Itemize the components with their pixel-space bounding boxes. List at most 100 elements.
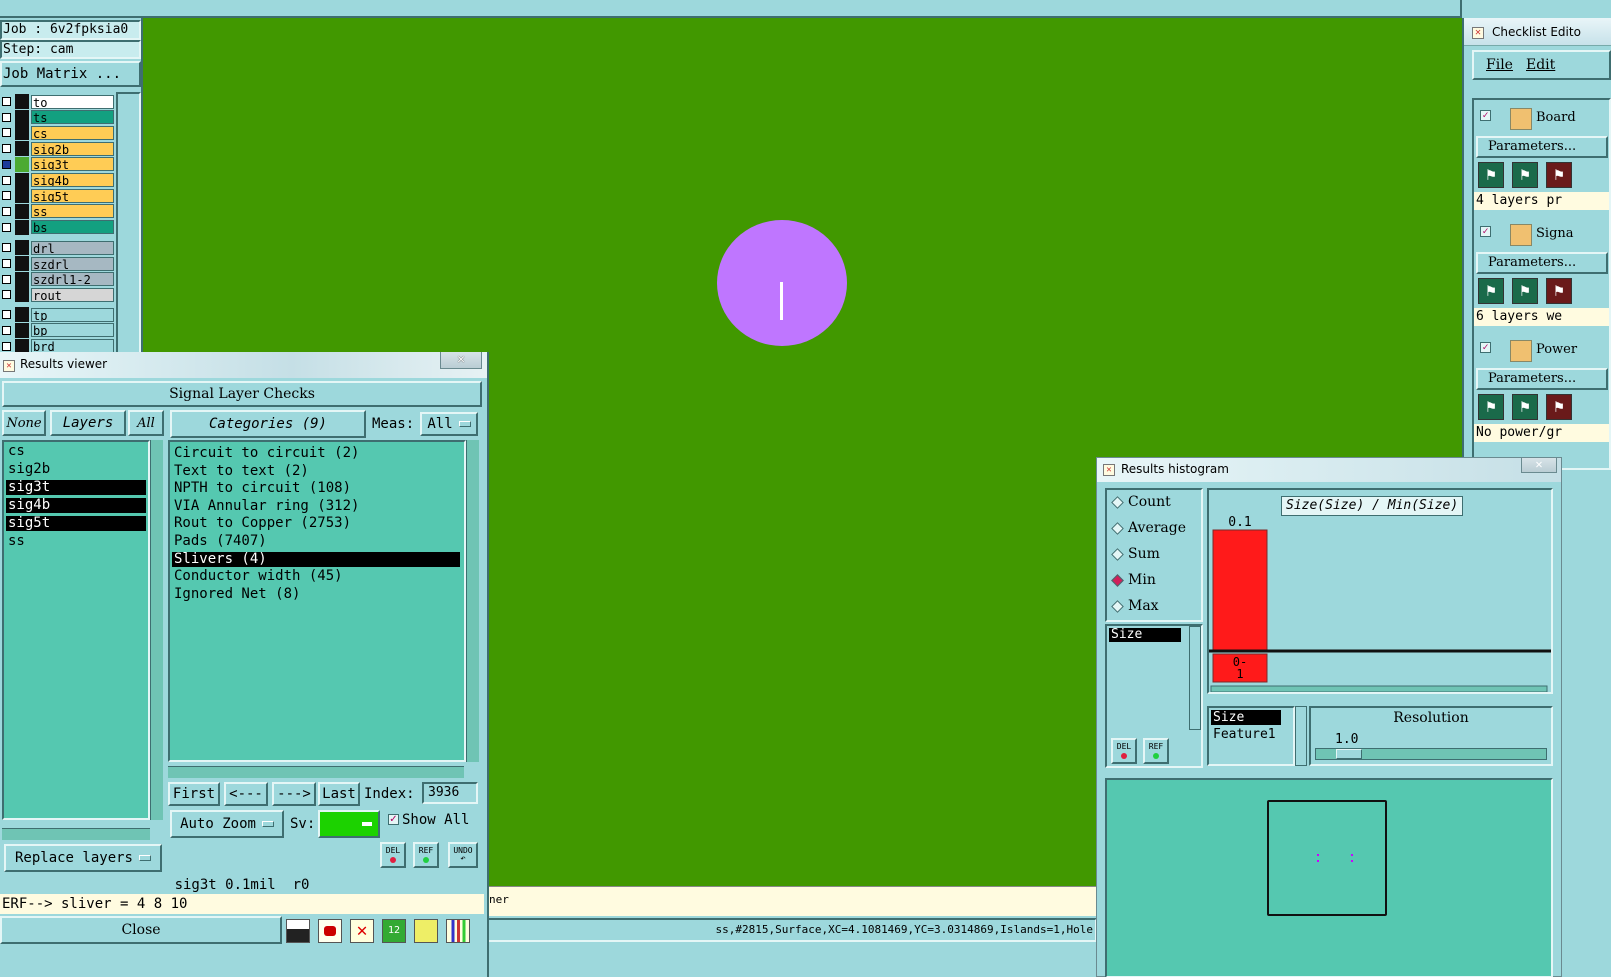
stop-action-icon[interactable]: ⚑	[1546, 162, 1572, 188]
checklist-titlebar[interactable]: ✕ Checklist Edito	[1464, 18, 1611, 46]
layer-checkbox[interactable]	[2, 144, 11, 154]
layer-affected-marker[interactable]	[15, 125, 29, 141]
undo-button[interactable]: UNDO ↶	[448, 842, 478, 868]
layer-checkbox[interactable]	[2, 243, 11, 253]
layer-row[interactable]: ss	[0, 203, 114, 219]
menu-file[interactable]: File	[1486, 57, 1513, 73]
checklist-item[interactable]: ✓ Signa Parameters... ⚑ ⚑ ⚑ 6 layers we	[1474, 216, 1609, 326]
attr-item-feature[interactable]: Feature1	[1211, 727, 1293, 742]
run-action-icon[interactable]: ⚑	[1512, 162, 1538, 188]
meas-select[interactable]: All	[420, 412, 478, 436]
replace-layers-select[interactable]: Replace layers	[4, 844, 162, 872]
layer-affected-marker[interactable]	[15, 307, 29, 323]
category-item[interactable]: Conductor width (45)	[172, 569, 460, 584]
layer-checkbox[interactable]	[2, 310, 11, 320]
field-list-vscroll[interactable]	[1189, 626, 1201, 730]
layer-affected-marker[interactable]	[15, 141, 29, 157]
attr-list-vscroll[interactable]	[1295, 706, 1307, 766]
close-viewer-button[interactable]: Close	[0, 916, 282, 944]
report-icon[interactable]	[414, 919, 438, 943]
mode-radio-min[interactable]: Min	[1111, 572, 1156, 588]
checklist-item[interactable]: ✓ Power Parameters... ⚑ ⚑ ⚑ No power/gr	[1474, 332, 1609, 442]
result-layer-item[interactable]: ss	[6, 534, 146, 549]
category-list-vscroll[interactable]	[466, 440, 479, 762]
layer-checkbox[interactable]	[2, 191, 11, 201]
checklist-item[interactable]: ✓ Board Parameters... ⚑ ⚑ ⚑ 4 layers pr	[1474, 100, 1609, 210]
close-button[interactable]: ✕	[440, 352, 482, 369]
layer-row[interactable]: drl	[0, 240, 114, 256]
run-action-icon[interactable]: ⚑	[1512, 278, 1538, 304]
sv-color-select[interactable]	[318, 810, 380, 838]
stop-action-icon[interactable]: ⚑	[1546, 278, 1572, 304]
layer-affected-marker[interactable]	[15, 322, 29, 338]
layer-checkbox[interactable]	[2, 259, 11, 268]
chart-hscroll[interactable]	[1210, 685, 1548, 692]
layer-affected-marker[interactable]	[15, 203, 29, 219]
layer-info-icon[interactable]	[286, 919, 310, 943]
layer-affected-marker[interactable]	[15, 172, 29, 188]
layer-row[interactable]: bs	[0, 219, 114, 235]
results-viewer-titlebar[interactable]: ✕ Results viewer ✕	[0, 352, 487, 378]
category-item[interactable]: Ignored Net (8)	[172, 586, 460, 602]
layer-list-scrollbar[interactable]	[116, 92, 141, 360]
layer-checkbox[interactable]	[2, 175, 11, 185]
layer-row[interactable]: ts	[0, 109, 114, 125]
delete-icon[interactable]: ✕	[350, 919, 374, 943]
layers-button[interactable]: Layers	[50, 410, 126, 436]
run-action-icon[interactable]: ⚑	[1478, 394, 1504, 420]
checklist-item-checkbox[interactable]: ✓	[1480, 110, 1491, 121]
result-layer-item[interactable]: sig4b	[6, 498, 146, 513]
checklist-item-checkbox[interactable]: ✓	[1480, 226, 1491, 237]
layer-list-hscroll[interactable]	[2, 828, 150, 840]
layer-affected-marker[interactable]	[15, 256, 29, 271]
zoom-select[interactable]: Auto Zoom	[170, 810, 284, 838]
layer-affected-marker[interactable]	[15, 156, 29, 172]
result-layer-item[interactable]: sig3t	[6, 480, 146, 495]
layer-checkbox[interactable]	[2, 325, 11, 335]
layer-affected-marker[interactable]	[15, 219, 29, 235]
show-all-checkbox[interactable]: ✓	[388, 814, 399, 825]
histogram-icon[interactable]	[446, 919, 470, 943]
next-button[interactable]: --->	[272, 782, 316, 806]
resolution-slider[interactable]	[1315, 748, 1547, 760]
layer-affected-marker[interactable]	[15, 94, 29, 109]
category-item[interactable]: VIA Annular ring (312)	[172, 498, 460, 514]
layer-checkbox[interactable]	[2, 159, 11, 169]
layer-checkbox[interactable]	[2, 128, 11, 138]
layer-row[interactable]: rout	[0, 287, 114, 303]
counter-icon[interactable]: 12	[382, 919, 406, 943]
layer-checkbox[interactable]	[2, 112, 11, 122]
mode-radio-max[interactable]: Max	[1111, 598, 1159, 614]
layer-row[interactable]: sig5t	[0, 188, 114, 204]
first-button[interactable]: First	[168, 782, 220, 806]
layer-checkbox[interactable]	[2, 341, 11, 351]
slider-handle[interactable]	[1336, 749, 1362, 759]
layer-affected-marker[interactable]	[15, 240, 29, 256]
close-icon[interactable]: ✕	[1472, 27, 1484, 39]
menu-edit[interactable]: Edit	[1526, 57, 1555, 73]
prev-button[interactable]: <---	[224, 782, 268, 806]
layer-row[interactable]: to	[0, 94, 114, 109]
histogram-titlebar[interactable]: ✕ Results histogram ✕	[1097, 458, 1561, 482]
histogram-del-button[interactable]: DEL	[1111, 738, 1137, 764]
view-icon[interactable]	[318, 919, 342, 943]
checklist-item-checkbox[interactable]: ✓	[1480, 342, 1491, 353]
last-button[interactable]: Last	[318, 782, 360, 806]
attr-item-size[interactable]: Size	[1211, 710, 1281, 725]
layer-checkbox[interactable]	[2, 290, 11, 300]
category-item[interactable]: Rout to Copper (2753)	[172, 516, 460, 531]
run-action-icon[interactable]: ⚑	[1478, 162, 1504, 188]
layer-checkbox[interactable]	[2, 97, 11, 106]
result-layer-item[interactable]: sig5t	[6, 516, 146, 531]
close-button[interactable]: ✕	[1521, 458, 1557, 473]
ref-button[interactable]: REF	[413, 842, 439, 868]
category-item[interactable]: Circuit to circuit (2)	[172, 446, 460, 461]
category-list-hscroll[interactable]	[168, 766, 464, 778]
layer-row[interactable]: sig2b	[0, 141, 114, 157]
layer-row[interactable]: sig4b	[0, 172, 114, 188]
layer-affected-marker[interactable]	[15, 109, 29, 125]
layer-affected-marker[interactable]	[15, 188, 29, 204]
result-layer-item[interactable]: sig2b	[6, 462, 146, 477]
run-action-icon[interactable]: ⚑	[1512, 394, 1538, 420]
layer-affected-marker[interactable]	[15, 271, 29, 287]
